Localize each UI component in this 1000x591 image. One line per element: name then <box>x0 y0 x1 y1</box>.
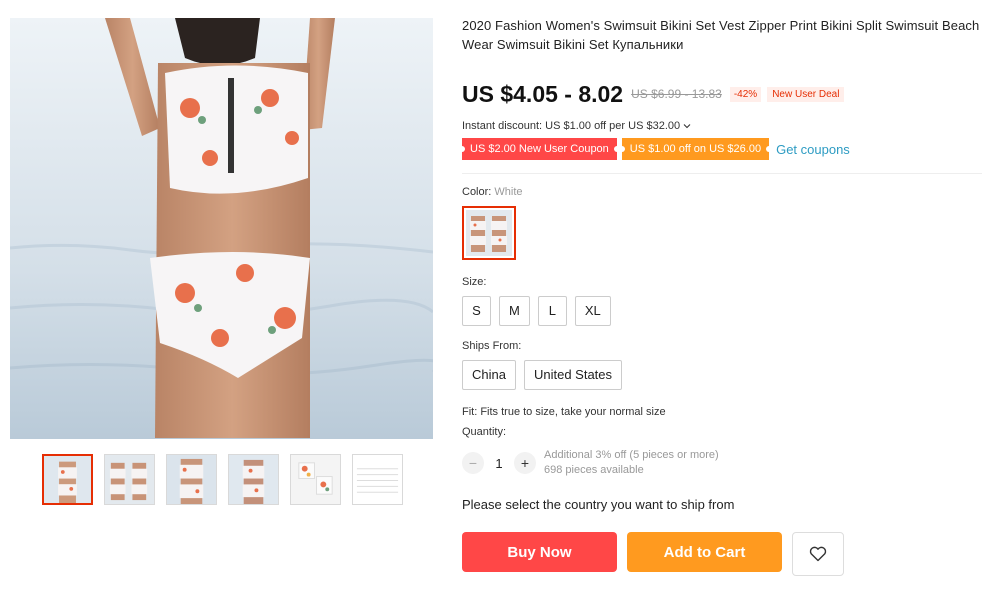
purchase-actions: Buy Now Add to Cart <box>462 532 987 576</box>
current-price: US $4.05 - 8.02 <box>462 80 624 107</box>
get-coupons-link[interactable]: Get coupons <box>776 142 850 157</box>
ships-from-section: Ships From: China United States <box>462 340 987 390</box>
store-coupon[interactable]: US $1.00 off on US $26.00 <box>618 138 773 160</box>
new-user-deal-badge: New User Deal <box>767 86 845 102</box>
color-label: Color: White <box>462 186 987 198</box>
ships-from-options: China United States <box>462 360 987 390</box>
original-price: US $6.99 - 13.83 <box>631 87 722 101</box>
main-product-image <box>10 18 433 439</box>
color-label-text: Color: <box>462 186 492 198</box>
thumbnail-3[interactable] <box>166 454 217 505</box>
wishlist-button[interactable] <box>792 532 844 576</box>
stock-available-note: 698 pieces available <box>544 464 644 476</box>
price-row: US $4.05 - 8.02 US $6.99 - 13.83 -42% Ne… <box>462 79 987 109</box>
size-option-s[interactable]: S <box>462 296 491 326</box>
coupons-row: US $2.00 New User Coupon US $1.00 off on… <box>459 138 987 160</box>
color-selected-value: White <box>494 186 523 198</box>
instant-discount[interactable]: Instant discount: US $1.00 off per US $3… <box>462 120 987 132</box>
size-option-xl[interactable]: XL <box>574 296 611 326</box>
quantity-label: Quantity: <box>462 426 507 438</box>
thumbnail-strip <box>42 454 403 505</box>
color-swatch-white[interactable] <box>462 206 516 260</box>
quantity-decrease-button[interactable]: − <box>462 452 484 474</box>
thumbnail-2[interactable] <box>104 454 155 505</box>
size-option-m[interactable]: M <box>499 296 530 326</box>
ships-from-china[interactable]: China <box>462 360 516 390</box>
product-info: 2020 Fashion Women's Swimsuit Bikini Set… <box>459 16 987 576</box>
quantity-stepper: − 1 + Additional 3% off (5 pieces or mor… <box>462 448 987 478</box>
size-section: Size: S M L XL <box>462 276 987 326</box>
color-section: Color: White <box>462 186 987 260</box>
quantity-increase-button[interactable]: + <box>514 452 536 474</box>
bulk-discount-note: Additional 3% off (5 pieces or more) <box>544 449 719 461</box>
size-label: Size: <box>462 276 487 288</box>
thumbnail-5[interactable] <box>290 454 341 505</box>
chevron-down-icon <box>683 124 691 129</box>
add-to-cart-button[interactable]: Add to Cart <box>627 532 782 572</box>
quantity-note: Additional 3% off (5 pieces or more) 698… <box>544 448 719 478</box>
instant-discount-text: Instant discount: US $1.00 off per US $3… <box>462 120 681 132</box>
ships-from-label: Ships From: <box>462 340 522 352</box>
thumbnail-6[interactable] <box>352 454 403 505</box>
new-user-coupon[interactable]: US $2.00 New User Coupon <box>459 138 620 160</box>
discount-badge: -42% <box>729 86 762 102</box>
buy-now-button[interactable]: Buy Now <box>462 532 617 572</box>
ships-from-united-states[interactable]: United States <box>523 360 623 390</box>
select-country-note: Please select the country you want to sh… <box>462 497 735 512</box>
quantity-value[interactable]: 1 <box>484 456 514 471</box>
product-title: 2020 Fashion Women's Swimsuit Bikini Set… <box>462 18 980 52</box>
divider <box>462 173 982 174</box>
thumbnail-1[interactable] <box>42 454 93 505</box>
thumbnail-4[interactable] <box>228 454 279 505</box>
size-options: S M L XL <box>462 296 987 326</box>
fit-note: Fit: Fits true to size, take your normal… <box>462 406 666 418</box>
size-option-l[interactable]: L <box>537 296 567 326</box>
heart-icon <box>809 546 827 562</box>
